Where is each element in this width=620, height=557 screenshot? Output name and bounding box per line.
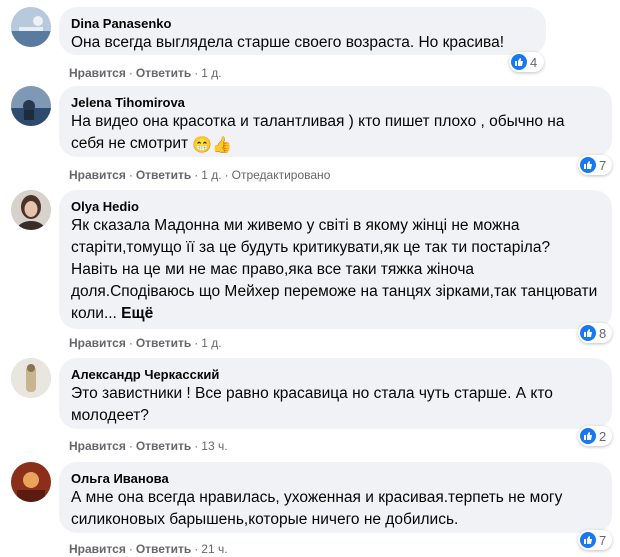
reaction-number: 4 — [530, 54, 538, 70]
reply-button[interactable]: Ответить — [136, 439, 191, 453]
comment-bubble: Dina Panasenko Она всегда выглядела стар… — [59, 7, 546, 55]
thumbs-up-icon — [580, 428, 596, 444]
reply-button[interactable]: Ответить — [136, 336, 191, 350]
comment-timestamp[interactable]: 13 ч. — [201, 439, 227, 453]
see-more-link[interactable]: Ещё — [121, 305, 153, 322]
reaction-count[interactable]: 7 — [578, 530, 612, 550]
comment-author[interactable]: Olya Hedio — [71, 198, 600, 215]
comment-timestamp[interactable]: 21 ч. — [201, 542, 227, 556]
comment-text: А мне она всегда нравилась, ухоженная и … — [71, 489, 563, 528]
emoji-grin-thumbs-up-icon: 😁👍 — [192, 137, 233, 154]
avatar[interactable] — [11, 358, 51, 398]
thumbs-up-icon — [580, 325, 596, 341]
reply-button[interactable]: Ответить — [136, 542, 191, 556]
comment-actions: Нравится · Ответить · 1 д. — [69, 336, 222, 350]
comment-bubble: Ольга Иванова А мне она всегда нравилась… — [59, 462, 612, 533]
reaction-count[interactable]: 8 — [578, 323, 612, 343]
comment-actions: Нравится · Ответить · 1 д. — [69, 66, 222, 80]
reaction-number: 7 — [599, 532, 607, 548]
reaction-count[interactable]: 4 — [509, 52, 544, 72]
reaction-number: 2 — [599, 428, 607, 444]
like-button[interactable]: Нравится — [69, 66, 126, 80]
reaction-count[interactable]: 2 — [578, 426, 612, 446]
comment-text: На видео она красотка и талантливая ) кт… — [71, 113, 565, 154]
reply-button[interactable]: Ответить — [136, 168, 191, 182]
profile-photo-sea-icon — [11, 86, 51, 126]
comment-text: Она всегда выглядела старше своего возра… — [71, 34, 505, 51]
thumbs-up-icon — [580, 532, 596, 548]
comment-actions: Нравится · Ответить · 1 д. · Отредактировано — [69, 168, 331, 182]
avatar[interactable] — [11, 7, 51, 47]
reply-button[interactable]: Ответить — [136, 66, 191, 80]
like-button[interactable]: Нравится — [69, 168, 126, 182]
comment-timestamp[interactable]: 1 д. — [201, 336, 221, 350]
comment-timestamp[interactable]: 1 д. — [201, 168, 221, 182]
profile-photo-woman-icon — [11, 190, 51, 230]
comment-bubble: Olya Hedio Як сказала Мадонна ми живемо … — [59, 190, 612, 329]
avatar[interactable] — [11, 190, 51, 230]
comment-author[interactable]: Dina Panasenko — [71, 15, 534, 32]
thumbs-up-icon — [511, 54, 527, 70]
comment-text: Як сказала Мадонна ми живемо у світі в я… — [71, 217, 598, 322]
reaction-count[interactable]: 7 — [578, 155, 612, 175]
like-button[interactable]: Нравится — [69, 439, 126, 453]
comment-timestamp[interactable]: 1 д. — [201, 66, 221, 80]
comment-author[interactable]: Ольга Иванова — [71, 470, 600, 487]
profile-photo-landscape-icon — [11, 7, 51, 47]
profile-photo-figure-icon — [11, 358, 51, 398]
comment-author[interactable]: Александр Черкасский — [71, 366, 600, 383]
like-button[interactable]: Нравится — [69, 336, 126, 350]
avatar[interactable] — [11, 86, 51, 126]
profile-photo-warm-icon — [11, 462, 51, 502]
comment-bubble: Александр Черкасский Это завистники ! Вс… — [59, 358, 612, 429]
thumbs-up-icon — [580, 157, 596, 173]
reaction-number: 7 — [599, 157, 607, 173]
avatar[interactable] — [11, 462, 51, 502]
reaction-number: 8 — [599, 325, 607, 341]
like-button[interactable]: Нравится — [69, 542, 126, 556]
comment-author[interactable]: Jelena Tihomirova — [71, 94, 600, 111]
comment-actions: Нравится · Ответить · 21 ч. — [69, 542, 228, 556]
comment-actions: Нравится · Ответить · 13 ч. — [69, 439, 228, 453]
comment-bubble: Jelena Tihomirova На видео она красотка … — [59, 86, 612, 157]
comment-text: Это завистники ! Все равно красавица но … — [71, 385, 553, 424]
edited-label: Отредактировано — [231, 168, 331, 182]
